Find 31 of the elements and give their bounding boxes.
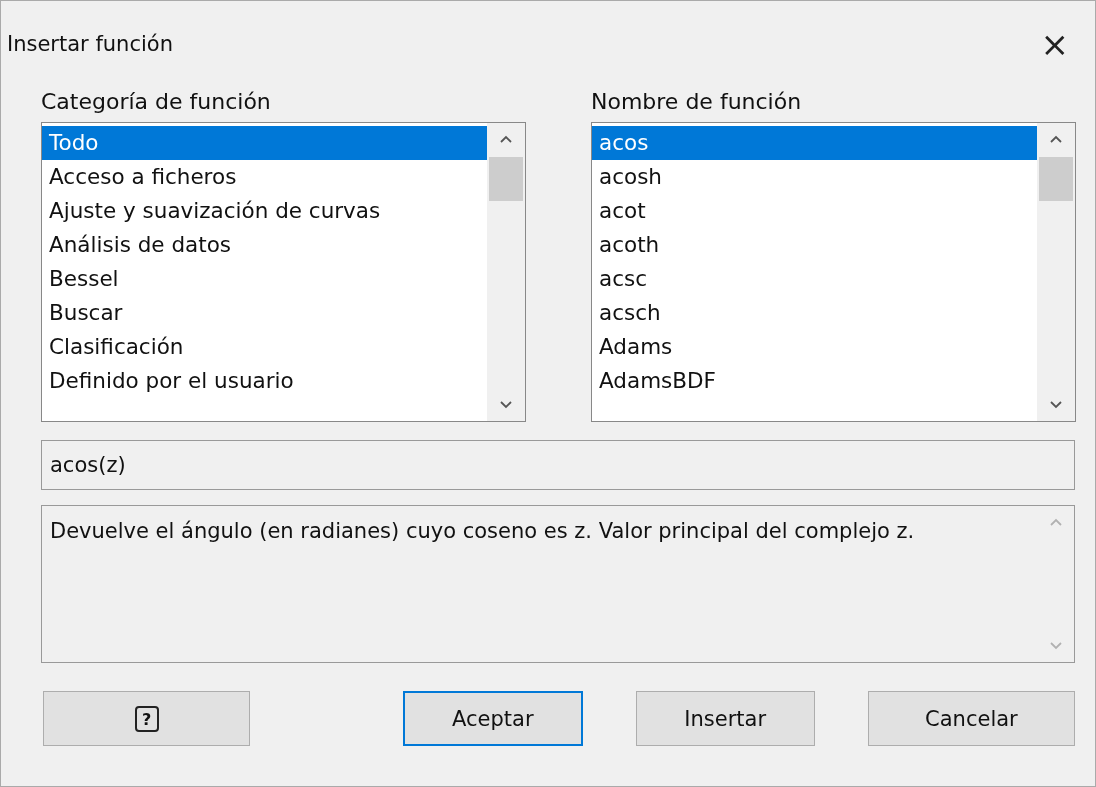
list-item[interactable]: acosh <box>592 160 1037 194</box>
list-item[interactable]: Buscar <box>42 296 487 330</box>
scrollbar-thumb[interactable] <box>1039 157 1073 201</box>
list-item[interactable]: Adams <box>592 330 1037 364</box>
list-item[interactable]: acoth <box>592 228 1037 262</box>
list-item[interactable]: Análisis de datos <box>42 228 487 262</box>
list-item[interactable]: acot <box>592 194 1037 228</box>
list-item[interactable]: acsc <box>592 262 1037 296</box>
list-box[interactable]: Todo Acceso a ficheros Ajuste y suavización de curvas Análisis de datos Bessel Buscar Clasificación Definido por el usuario <box>41 122 526 422</box>
syntax-field: acos(z) <box>41 440 1075 490</box>
list-box[interactable]: acos acosh acot acoth acsc acsch Adams AdamsBDF <box>591 122 1076 422</box>
default-button[interactable]: Aceptar <box>403 691 583 746</box>
list-item[interactable]: Acceso a ficheros <box>42 160 487 194</box>
list-item[interactable]: AdamsBDF <box>592 364 1037 398</box>
dialog-button[interactable]: Cancelar <box>867 691 1075 746</box>
description-text: Devuelve el ángulo (en radianes) cuyo coseno es z. Valor principal del complejo z. <box>49 518 916 545</box>
list-item[interactable]: acos <box>592 126 1037 160</box>
list-item[interactable]: Ajuste y suavización de curvas <box>42 194 487 228</box>
scrollbar-thumb[interactable] <box>489 157 523 201</box>
list-item[interactable]: Clasificación <box>42 330 487 364</box>
list-item[interactable]: Todo <box>42 126 487 160</box>
list-label: Categoría de función <box>41 89 272 114</box>
list-item[interactable]: Definido por el usuario <box>42 364 487 398</box>
dialog-button[interactable]: Insertar <box>635 691 815 746</box>
help-icon: ? <box>134 705 159 732</box>
close-button[interactable]: × <box>1034 24 1075 64</box>
help-button[interactable]: ? <box>43 691 251 746</box>
list-item[interactable]: Bessel <box>42 262 487 296</box>
window-title: Insertar función <box>7 32 173 56</box>
list-label: Nombre de función <box>591 89 803 114</box>
list-item[interactable]: acsch <box>592 296 1037 330</box>
